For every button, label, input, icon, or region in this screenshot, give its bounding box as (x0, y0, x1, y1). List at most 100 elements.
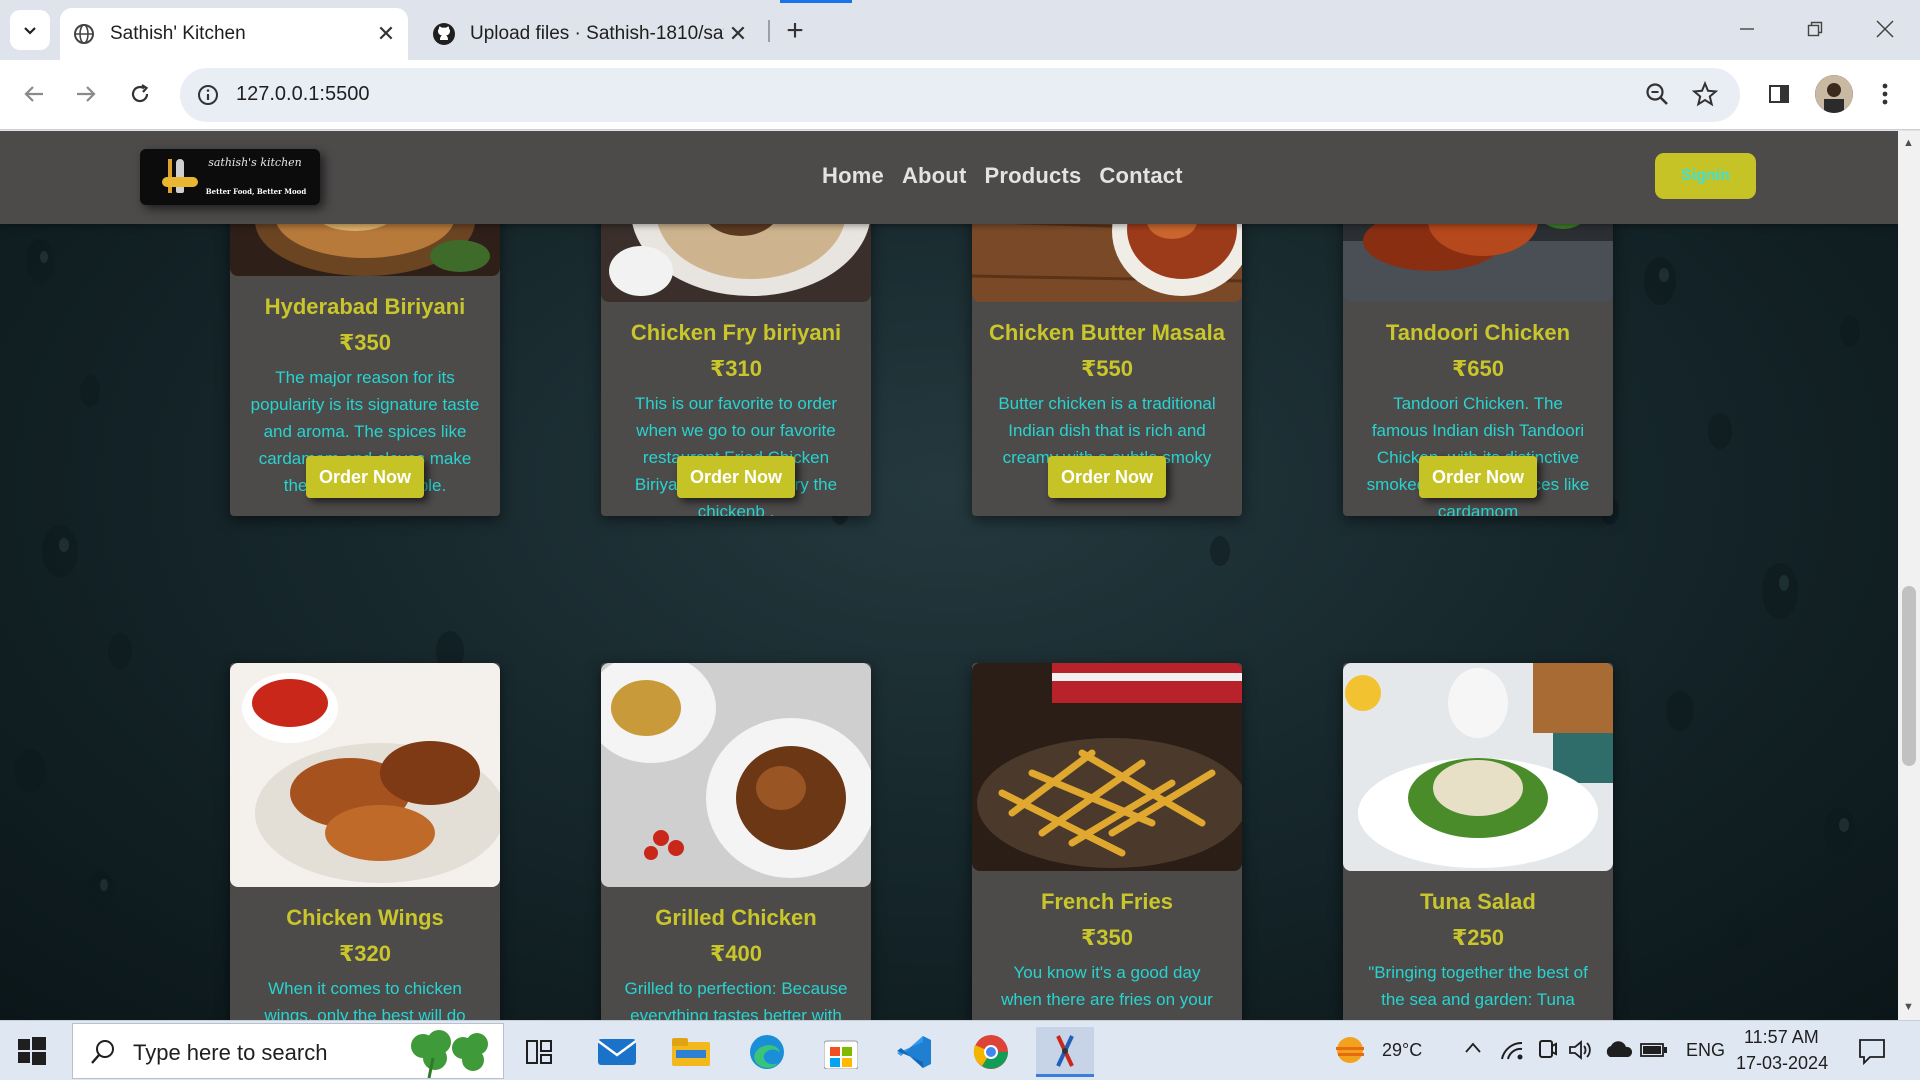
new-tab-plus-icon[interactable]: + (778, 14, 812, 48)
notification-center-icon[interactable] (1858, 1037, 1886, 1070)
tab-title: Upload files · Sathish-1810/sath (470, 23, 724, 44)
windows-start-icon[interactable] (18, 1037, 46, 1065)
product-price: ₹250 (1451, 925, 1504, 950)
vscode-icon[interactable] (886, 1027, 944, 1077)
product-name: Tandoori Chicken (1385, 320, 1571, 345)
forward-arrow-icon[interactable] (66, 74, 106, 114)
product-price: ₹550 (1080, 356, 1133, 381)
logo-name: sathish's kitchen (208, 156, 302, 169)
onedrive-cloud-icon[interactable] (1604, 1039, 1634, 1066)
shamrock-icon (393, 1028, 493, 1079)
product-name: French Fries (1040, 889, 1174, 914)
browser-tabstrip: Sathish' Kitchen ✕ Upload files · Sathis… (0, 0, 1920, 60)
profile-avatar[interactable] (1815, 75, 1853, 113)
scrollbar-thumb[interactable] (1902, 586, 1916, 766)
food-image-french-fries (972, 663, 1242, 871)
windows-taskbar: Type here to search 29°C ENG 11:57 AM 17… (0, 1020, 1920, 1080)
wifi-icon[interactable] (1500, 1039, 1524, 1066)
food-image-chicken-wings (230, 663, 500, 887)
nav-home-link[interactable]: Home (822, 163, 884, 189)
site-logo[interactable]: sathish's kitchen Better Food, Better Mo… (140, 149, 320, 205)
back-arrow-icon[interactable] (14, 74, 54, 114)
kebab-menu-icon[interactable] (1866, 75, 1904, 113)
food-image-tuna-salad (1343, 663, 1613, 871)
product-description: You know it's a good day when there are … (1001, 963, 1213, 1020)
product-price: ₹400 (709, 941, 762, 966)
url-text[interactable]: 127.0.0.1:5500 (236, 83, 369, 106)
order-now-button[interactable]: Order Now (1048, 456, 1166, 498)
product-card: Grilled Chicken ₹400 Grilled to perfecti… (601, 663, 871, 1020)
product-price: ₹310 (709, 356, 762, 381)
file-explorer-icon[interactable] (662, 1027, 720, 1077)
main-nav: Home About Products Contact (822, 163, 1183, 189)
minimize-icon[interactable] (1722, 8, 1772, 50)
product-name: Chicken Butter Masala (989, 320, 1225, 345)
product-description: "Bringing together the best of the sea a… (1368, 963, 1588, 1020)
chevron-up-icon[interactable] (1464, 1041, 1482, 1060)
spoon-icon (176, 159, 184, 193)
scroll-down-arrow-icon[interactable]: ▼ (1903, 1001, 1914, 1013)
site-header: sathish's kitchen Better Food, Better Mo… (0, 131, 1898, 224)
close-tab-icon[interactable]: ✕ (372, 20, 400, 48)
order-now-button[interactable]: Order Now (306, 456, 424, 498)
product-name: Grilled Chicken (655, 905, 817, 930)
mail-icon[interactable] (588, 1027, 646, 1077)
battery-icon[interactable] (1640, 1042, 1668, 1063)
chrome-icon[interactable] (962, 1027, 1020, 1077)
swoosh-icon (162, 177, 198, 187)
github-icon (432, 22, 456, 46)
product-name: Tuna Salad (1420, 889, 1536, 914)
tab-upload-files[interactable]: Upload files · Sathish-1810/sath ✕ (420, 8, 760, 60)
food-image-grilled-chicken (601, 663, 871, 887)
weather-temperature[interactable]: 29°C (1382, 1040, 1422, 1061)
signin-button[interactable]: Signin (1655, 153, 1756, 199)
site-info-icon[interactable] (194, 81, 222, 109)
restore-icon[interactable] (1790, 8, 1840, 50)
nav-products-link[interactable]: Products (984, 163, 1081, 189)
product-name: Chicken Wings (286, 905, 444, 930)
product-description: Grilled to perfection: Because everythin… (624, 979, 848, 1020)
product-card: Chicken Wings ₹320 When it comes to chic… (230, 663, 500, 1020)
address-bar[interactable]: 127.0.0.1:5500 (180, 68, 1740, 122)
search-icon (89, 1038, 117, 1066)
tab-loading-indicator (780, 0, 852, 3)
tab-search-button[interactable] (10, 10, 50, 50)
close-window-icon[interactable] (1860, 8, 1910, 50)
fork-icon (168, 159, 172, 193)
product-price: ₹320 (338, 941, 391, 966)
product-name: Chicken Fry biriyani (630, 320, 842, 345)
nav-contact-link[interactable]: Contact (1099, 163, 1182, 189)
tab-title: Sathish' Kitchen (110, 23, 246, 44)
globe-icon (72, 22, 96, 46)
edge-browser-icon[interactable] (738, 1027, 796, 1077)
speaker-icon[interactable] (1568, 1039, 1592, 1066)
reload-icon[interactable] (120, 74, 160, 114)
browser-toolbar: 127.0.0.1:5500 (0, 60, 1920, 130)
product-card: Tuna Salad ₹250 "Bringing together the b… (1343, 663, 1613, 1020)
clock-time[interactable]: 11:57 AM (1744, 1027, 1819, 1048)
order-now-button[interactable]: Order Now (1419, 456, 1537, 498)
taskbar-search-box[interactable]: Type here to search (72, 1023, 504, 1079)
page-viewport: sathish's kitchen Better Food, Better Mo… (0, 131, 1898, 1020)
weather-sun-icon[interactable] (1332, 1033, 1370, 1072)
task-view-icon[interactable] (510, 1027, 568, 1077)
microsoft-store-icon[interactable] (812, 1027, 870, 1077)
meet-now-icon[interactable] (1536, 1038, 1558, 1067)
nav-about-link[interactable]: About (902, 163, 967, 189)
search-placeholder: Type here to search (133, 1040, 328, 1065)
snipping-tool-icon[interactable] (1036, 1027, 1094, 1077)
product-description: When it comes to chicken wings, only the… (264, 979, 466, 1020)
scroll-up-arrow-icon[interactable]: ▲ (1903, 137, 1914, 149)
product-card: French Fries ₹350 You know it's a good d… (972, 663, 1242, 1020)
product-price: ₹350 (338, 330, 391, 355)
order-now-button[interactable]: Order Now (677, 456, 795, 498)
side-panel-icon[interactable] (1760, 75, 1798, 113)
clock-date[interactable]: 17-03-2024 (1736, 1053, 1828, 1074)
language-indicator[interactable]: ENG (1686, 1040, 1725, 1061)
page-scrollbar[interactable]: ▲ ▼ (1898, 131, 1920, 1020)
chevron-down-icon (24, 27, 36, 35)
close-tab-icon[interactable]: ✕ (724, 20, 752, 48)
bookmark-star-icon[interactable] (1691, 80, 1720, 109)
zoom-icon[interactable] (1644, 81, 1672, 109)
tab-sathish-kitchen[interactable]: Sathish' Kitchen ✕ (60, 8, 408, 60)
